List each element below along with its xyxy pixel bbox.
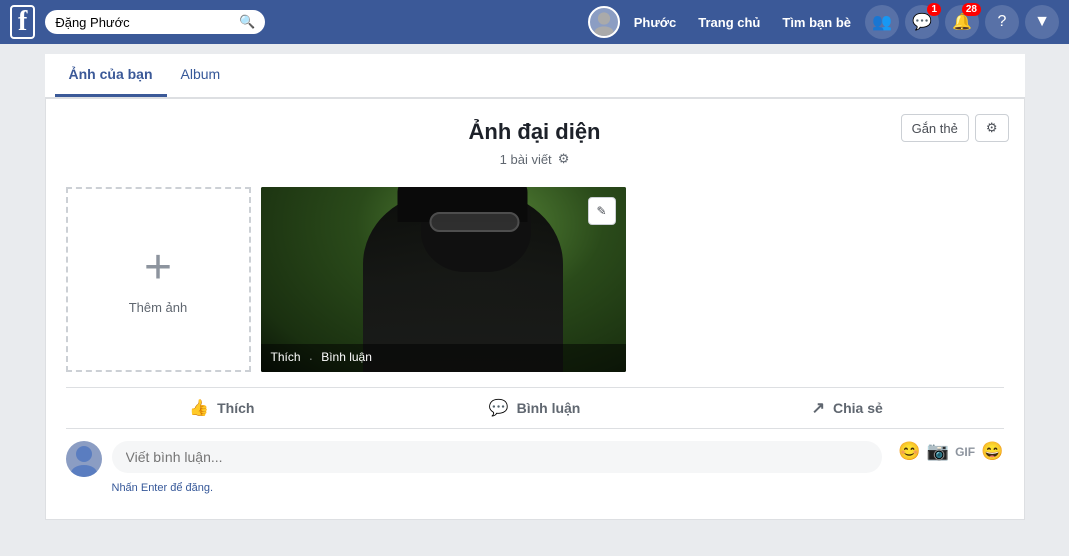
tag-button[interactable]: Gắn thẻ [901,114,969,142]
facebook-logo: f [10,5,35,40]
notifications-badge: 28 [962,3,981,16]
search-icon: 🔍 [239,14,255,30]
comment-icon: 💬 [489,398,509,418]
help-icon-btn[interactable]: ? [985,5,1019,39]
gif-tool[interactable]: GIF [955,445,975,459]
nav-avatar[interactable] [588,6,620,38]
search-bar[interactable]: 🔍 [45,10,265,34]
dropdown-icon-btn[interactable]: ▼ [1025,5,1059,39]
profile-photo-item: Thích · Bình luận ✎ [261,187,626,372]
album-title: Ảnh đại diện [66,119,1004,145]
photo-grid: + Thêm ảnh [66,187,1004,372]
comment-tools: 😊 📷 GIF 😄 [898,441,1003,462]
like-icon: 👍 [189,398,209,418]
nav-right: Phước Trang chủ Tìm bạn bè 👥 💬 1 🔔 28 ? … [588,5,1059,39]
actions-bar: 👍 Thích 💬 Bình luận ↗ Chia sẻ [66,387,1004,428]
main-content: Gắn thẻ ⚙ Ảnh đại diện 1 bài viết ⚙ + Th… [45,98,1025,520]
share-icon: ↗ [812,398,825,418]
overlay-like[interactable]: Thích [271,350,301,366]
comment-hint: Nhấn Enter để đăng. [112,482,1004,499]
settings-button[interactable]: ⚙ [975,114,1009,142]
photo-overlay-bar: Thích · Bình luận [261,344,626,372]
tabs-bar: Ảnh của bạn Album [45,54,1025,98]
nav-home[interactable]: Trang chủ [690,15,768,30]
comment-action[interactable]: 💬 Bình luận [378,388,691,428]
add-photo-label: Thêm ảnh [129,300,188,315]
friends-icon-btn[interactable]: 👥 [865,5,899,39]
commenter-avatar [66,441,102,477]
messages-icon-btn[interactable]: 💬 1 [905,5,939,39]
comment-input[interactable] [126,449,869,465]
share-action[interactable]: ↗ Chia sẻ [691,388,1004,428]
emoji-tool[interactable]: 😊 [898,441,920,462]
top-navigation: f 🔍 Phước Trang chủ Tìm bạn bè 👥 💬 1 🔔 2… [0,0,1069,44]
comment-input-wrap[interactable] [112,441,883,473]
top-actions: Gắn thẻ ⚙ [901,114,1009,142]
like-label: Thích [217,400,254,416]
comment-label: Bình luận [517,400,581,416]
nav-username[interactable]: Phước [626,15,685,30]
tab-your-photos[interactable]: Ảnh của bạn [55,54,167,97]
add-photo-box[interactable]: + Thêm ảnh [66,187,251,372]
photo-edit-button[interactable]: ✎ [588,197,616,225]
notifications-icon-btn[interactable]: 🔔 28 [945,5,979,39]
plus-icon: + [144,244,172,292]
share-label: Chia sẻ [833,400,883,416]
search-input[interactable] [55,15,239,30]
page-container: Ảnh của bạn Album Gắn thẻ ⚙ Ảnh đại diện… [45,44,1025,520]
tab-album[interactable]: Album [167,54,235,97]
sticker-tool[interactable]: 😄 [981,441,1003,462]
like-action[interactable]: 👍 Thích [66,388,379,428]
camera-tool[interactable]: 📷 [927,441,949,462]
comment-area: 😊 📷 GIF 😄 [66,428,1004,482]
messages-badge: 1 [927,3,941,16]
album-post-count: 1 bài viết [500,152,552,167]
album-settings-icon[interactable]: ⚙ [558,151,570,167]
overlay-comment[interactable]: Bình luận [321,350,372,366]
nav-find-friends[interactable]: Tìm bạn bè [774,15,859,30]
album-meta: 1 bài viết ⚙ [66,151,1004,167]
